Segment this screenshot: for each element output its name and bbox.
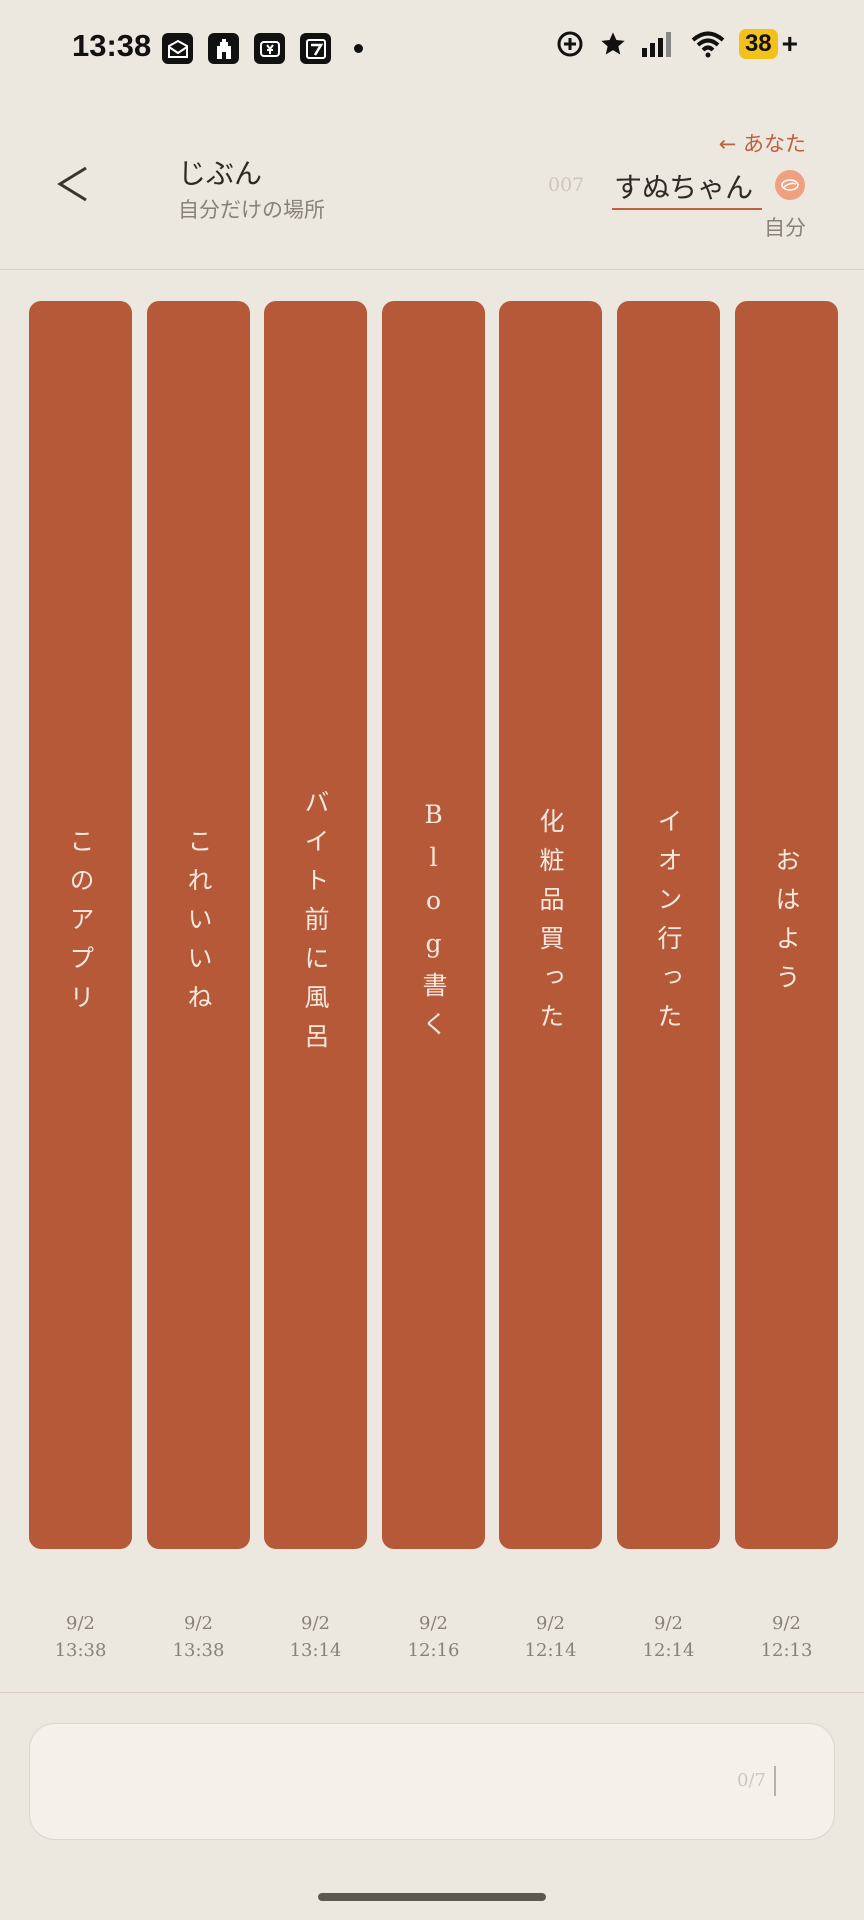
entry-columns: このアプリ これいいね バイト前に風呂 Blog書く 化粧品買った イオン行った…	[29, 301, 839, 1549]
entry-time: 12:13	[760, 1640, 813, 1661]
entry-text: Blog書く	[419, 800, 448, 1050]
entry-timestamp: 9/2 13:38	[29, 1610, 132, 1664]
text-cursor	[774, 1766, 776, 1796]
back-button[interactable]	[52, 160, 96, 208]
mail-icon	[162, 33, 193, 64]
entry-time: 12:14	[642, 1640, 695, 1661]
castle-icon	[208, 33, 239, 64]
page-title: じぶん	[178, 157, 263, 190]
battery-level: 38	[738, 29, 778, 59]
more-notifications-dot	[354, 44, 363, 53]
chevron-left-icon	[57, 166, 87, 202]
entry-date: 9/2	[772, 1613, 801, 1634]
entry-column[interactable]: おはよう	[735, 301, 838, 1549]
entry-input[interactable]: 0/7	[29, 1723, 835, 1840]
entry-timestamp: 9/2 12:16	[382, 1610, 485, 1664]
entry-text: このアプリ	[66, 827, 95, 1023]
entry-timestamp: 9/2 13:38	[147, 1610, 250, 1664]
entry-text: これいいね	[184, 827, 213, 1023]
entry-time: 13:38	[54, 1640, 107, 1661]
entry-date: 9/2	[419, 1613, 448, 1634]
star-icon	[601, 32, 625, 55]
notification-icons	[162, 33, 363, 64]
divider	[0, 1692, 864, 1693]
entry-timestamp: 9/2 13:14	[264, 1610, 367, 1664]
home-indicator[interactable]	[318, 1893, 546, 1901]
entry-column[interactable]: Blog書く	[382, 301, 485, 1549]
signal-icon	[641, 32, 671, 57]
app-icon	[300, 33, 331, 64]
entry-time: 12:16	[407, 1640, 460, 1661]
entry-text: イオン行った	[654, 808, 683, 1042]
name-value: すぬちゃん	[614, 171, 754, 204]
entry-date: 9/2	[66, 1613, 95, 1634]
system-icons: 38 +	[555, 28, 798, 60]
entry-date: 9/2	[654, 1613, 683, 1634]
entry-time: 13:38	[172, 1640, 225, 1661]
entry-time: 13:14	[289, 1640, 342, 1661]
entry-date: 9/2	[536, 1613, 565, 1634]
entry-date: 9/2	[301, 1613, 330, 1634]
entry-column[interactable]: イオン行った	[617, 301, 720, 1549]
entry-date: 9/2	[184, 1613, 213, 1634]
entry-column[interactable]: バイト前に風呂	[264, 301, 367, 1549]
character-counter: 0/7	[737, 1770, 766, 1791]
you-link[interactable]: ← あなた	[719, 128, 806, 158]
yen-icon	[254, 33, 285, 64]
leaf-icon	[781, 179, 799, 191]
entry-timestamp: 9/2 12:14	[499, 1610, 602, 1664]
entry-text: おはよう	[772, 847, 801, 1003]
entry-timestamp: 9/2 12:13	[735, 1610, 838, 1664]
self-label: 自分	[764, 216, 806, 240]
header: じぶん 自分だけの場所 ← あなた 007 すぬちゃん 自分	[0, 100, 864, 270]
name-field[interactable]: すぬちゃん	[612, 166, 762, 210]
status-time: 13:38	[72, 28, 152, 63]
entry-column[interactable]: 化粧品買った	[499, 301, 602, 1549]
battery-charging-indicator: +	[781, 28, 798, 59]
sequence-number: 007	[548, 174, 585, 196]
page-subtitle: 自分だけの場所	[178, 198, 325, 222]
entry-column[interactable]: このアプリ	[29, 301, 132, 1549]
entry-column[interactable]: これいいね	[147, 301, 250, 1549]
sync-icon	[557, 31, 583, 57]
entry-time: 12:14	[524, 1640, 577, 1661]
wifi-icon	[691, 31, 725, 58]
status-bar: 13:38 38 +	[0, 0, 864, 100]
entry-dates: 9/2 13:38 9/2 13:38 9/2 13:14 9/2 12:16 9/2 1…	[29, 1610, 839, 1670]
avatar[interactable]	[775, 170, 805, 200]
entry-text: バイト前に風呂	[301, 788, 330, 1062]
entry-timestamp: 9/2 12:14	[617, 1610, 720, 1664]
entry-text: 化粧品買った	[536, 808, 565, 1042]
